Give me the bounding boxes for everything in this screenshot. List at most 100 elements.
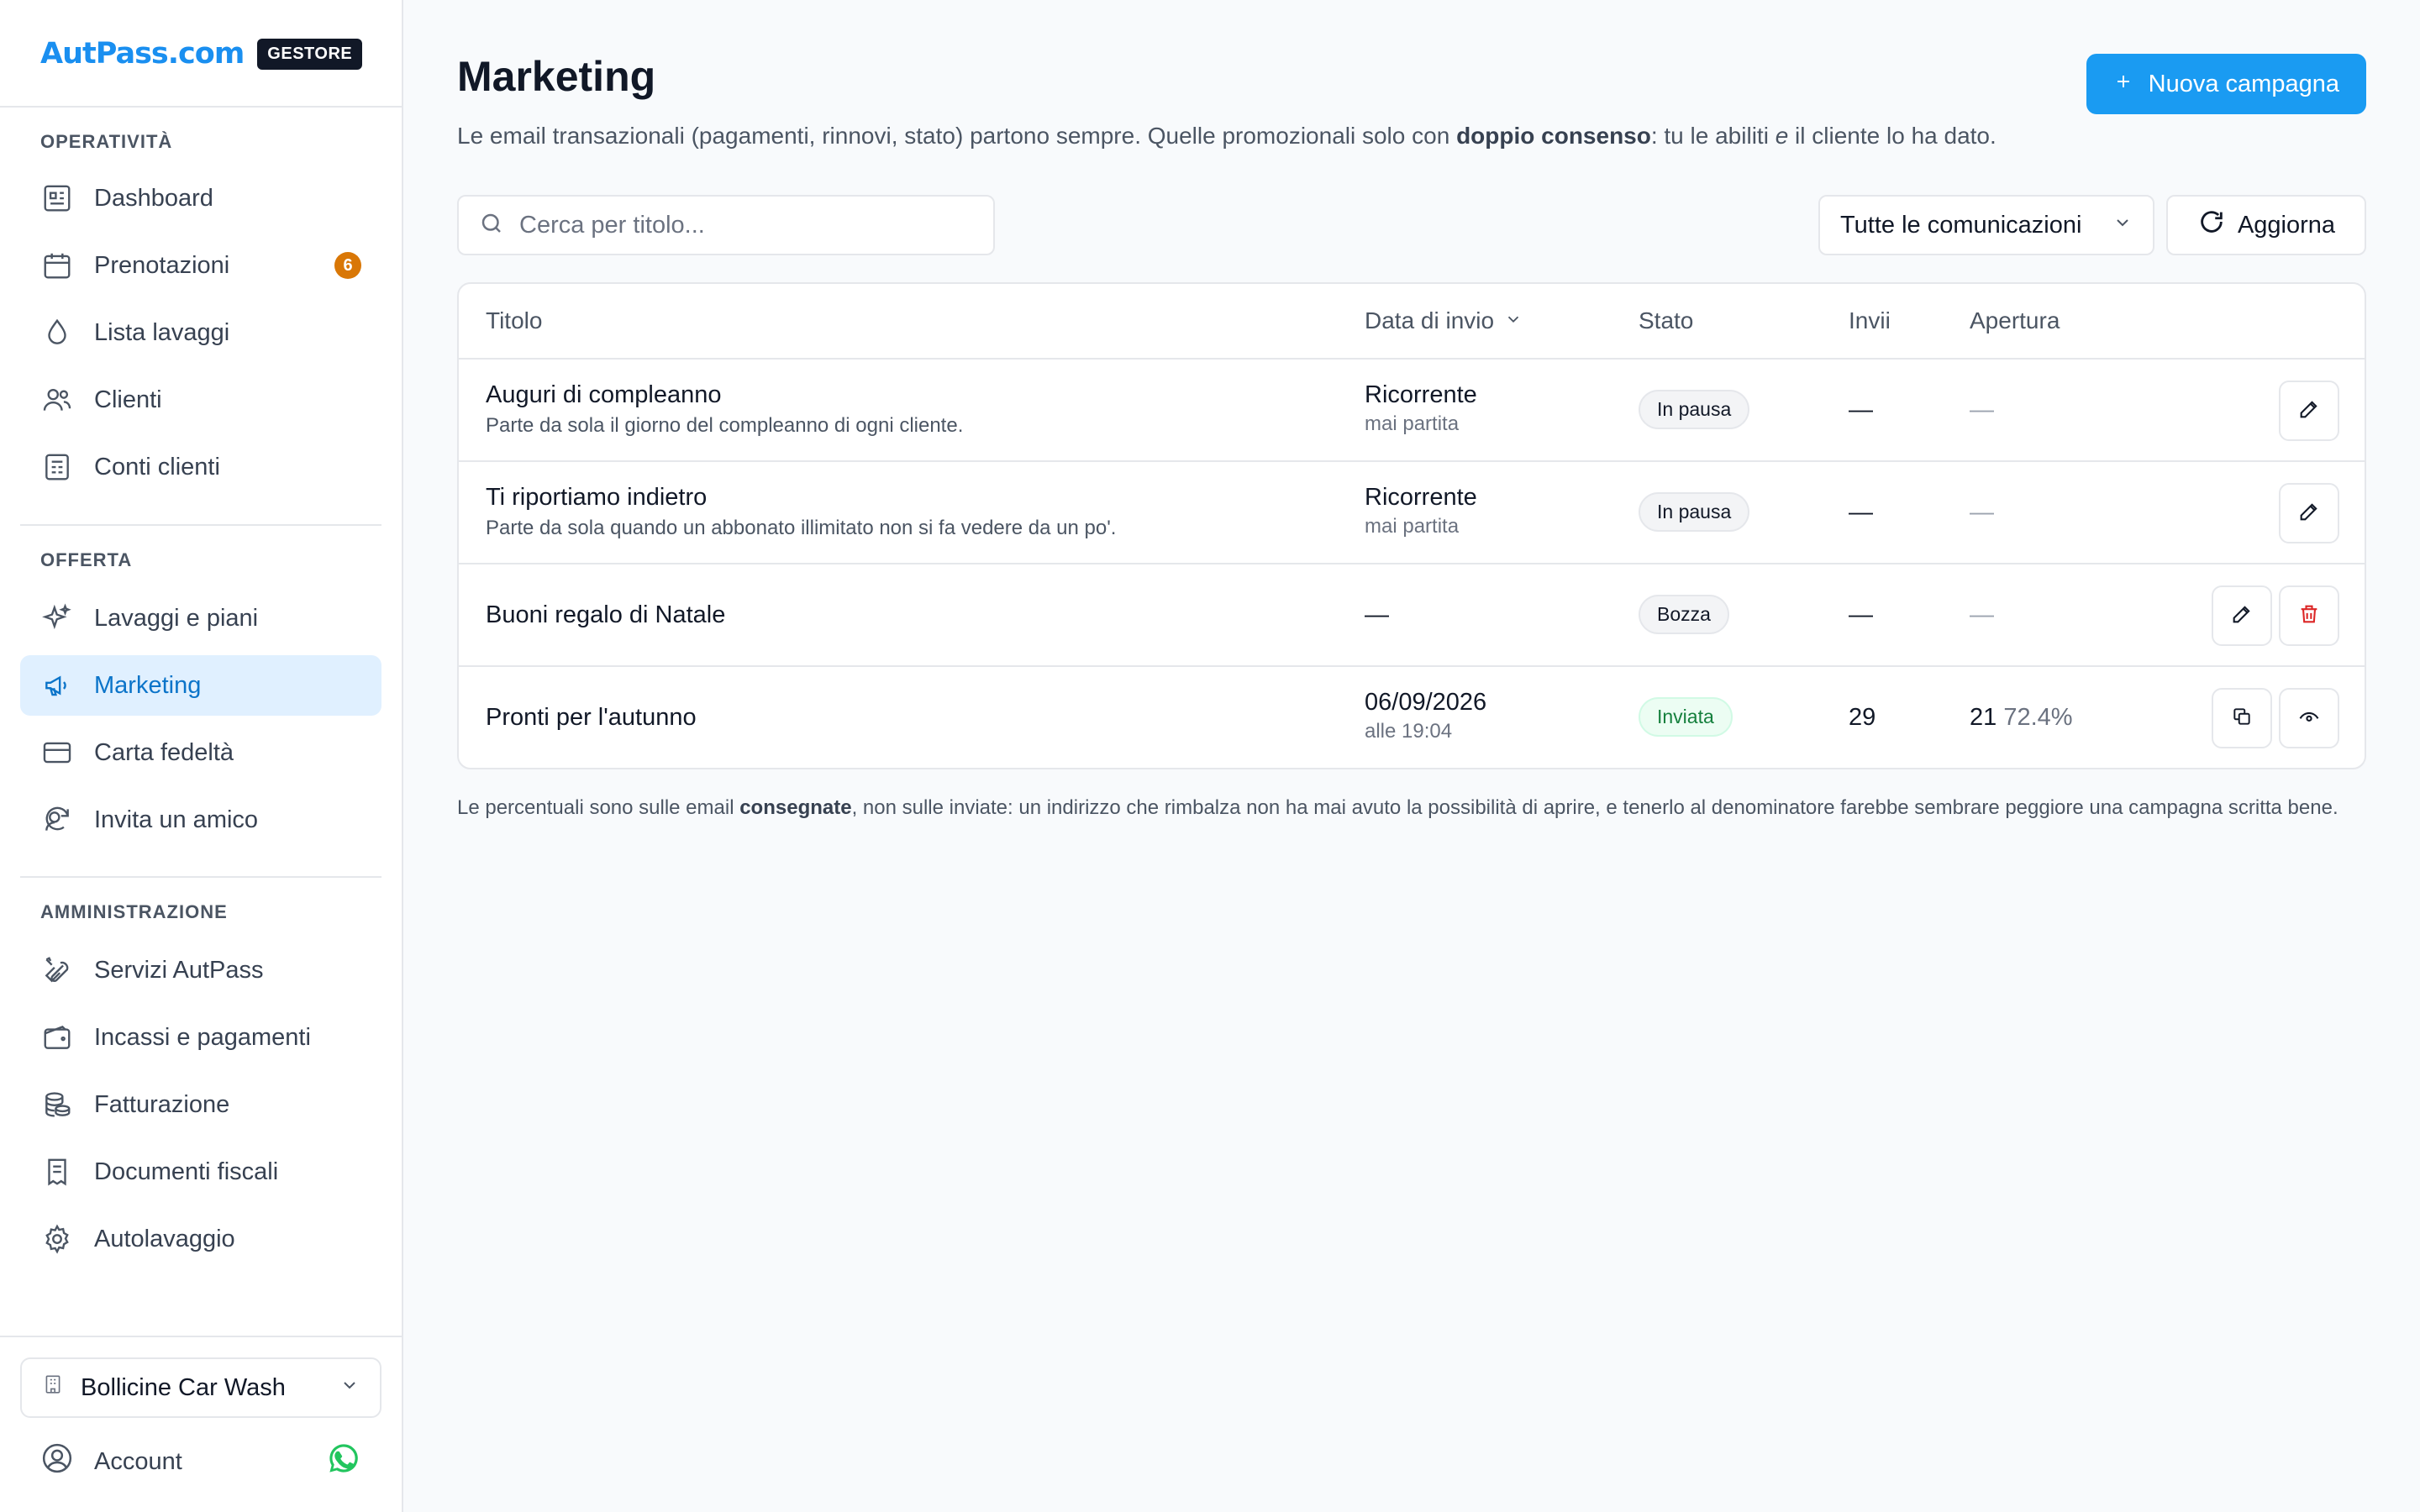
column-header-apertura[interactable]: Apertura — [1970, 307, 2060, 334]
sidebar-item-marketing[interactable]: Marketing — [20, 655, 381, 716]
column-header-data-di-invio[interactable]: Data di invio — [1365, 307, 1523, 334]
sidebar-item-dashboard[interactable]: Dashboard — [20, 168, 381, 228]
pencil-icon — [2297, 500, 2321, 528]
sidebar-item-label: Lista lavaggi — [94, 318, 230, 346]
subtitle-italic: e — [1775, 123, 1789, 149]
brand[interactable]: AutPass.com GESTORE — [40, 34, 363, 74]
footnote-text: , non sulle inviate: un indirizzo che ri… — [851, 796, 2338, 819]
brand-logo: AutPass.com — [40, 37, 245, 71]
gear-icon — [40, 1222, 74, 1256]
subtitle-bold: doppio consenso — [1456, 123, 1651, 149]
sidebar-item-label: Invita un amico — [94, 806, 259, 833]
plus-icon — [2113, 71, 2133, 98]
search-icon — [479, 211, 504, 240]
droplet-icon — [40, 316, 74, 349]
sidebar-item-label: Marketing — [94, 671, 202, 699]
sidebar-item-clienti[interactable]: Clienti — [20, 370, 381, 430]
footnote-text: Le percentuali sono sulle email — [457, 796, 740, 819]
sidebar-item-label: Clienti — [94, 386, 162, 413]
chevron-down-icon — [2112, 212, 2133, 239]
edit-button[interactable] — [2279, 381, 2339, 441]
sidebar-item-label: Documenti fiscali — [94, 1158, 279, 1185]
send-date: Ricorrente — [1365, 484, 1477, 511]
campaign-title: Pronti per l'autunno — [486, 704, 697, 731]
open-percentage: 72.4% — [2003, 704, 2073, 731]
footnote: Le percentuali sono sulle email consegna… — [457, 795, 2366, 822]
search-box[interactable] — [457, 195, 995, 255]
column-header-invii[interactable]: Invii — [1849, 307, 1891, 334]
sent-count: — — [1849, 499, 1873, 526]
new-campaign-button[interactable]: Nuova campagna — [2086, 54, 2366, 114]
send-date-detail: mai partita — [1365, 412, 1460, 435]
campaign-title: Ti riportiamo indietro — [486, 484, 708, 511]
sidebar-item-incassi-e-pagamenti[interactable]: Incassi e pagamenti — [20, 1007, 381, 1068]
sidebar-item-lavaggi-e-piani[interactable]: Lavaggi e piani — [20, 588, 381, 648]
location-name: Bollicine Car Wash — [81, 1373, 286, 1401]
sidebar-item-autolavaggio[interactable]: Autolavaggio — [20, 1209, 381, 1269]
wallet-icon — [40, 1021, 74, 1054]
sidebar-item-conti-clienti[interactable]: Conti clienti — [20, 437, 381, 497]
search-input[interactable] — [519, 211, 973, 239]
date-cell: Ricorrente mai partita — [1365, 484, 1477, 538]
pencil-icon — [2230, 602, 2254, 630]
column-header-titolo[interactable]: Titolo — [486, 307, 542, 334]
sidebar-item-servizi-autpass[interactable]: Servizi AutPass — [20, 940, 381, 1000]
account-link[interactable]: Account — [20, 1431, 381, 1492]
location-switcher[interactable]: Bollicine Car Wash — [20, 1357, 381, 1418]
footnote-bold: consegnate — [739, 796, 852, 819]
account-label: Account — [94, 1447, 182, 1475]
table-row[interactable]: Ti riportiamo indietro Parte da sola qua… — [459, 462, 2365, 564]
section-label-offerta: OFFERTA — [40, 549, 133, 570]
sidebar-divider — [0, 1336, 402, 1337]
column-header-stato[interactable]: Stato — [1639, 307, 1693, 334]
duplicate-button[interactable] — [2212, 688, 2272, 748]
status-cell: Bozza — [1639, 595, 1729, 634]
view-button[interactable] — [2279, 688, 2339, 748]
table-row[interactable]: Pronti per l'autunno 06/09/2026 alle 19:… — [459, 667, 2365, 768]
status-cell: In pausa — [1639, 492, 1750, 532]
delete-button[interactable] — [2279, 585, 2339, 646]
campaign-subtitle: Parte da sola quando un abbonato illimit… — [486, 517, 1117, 539]
table-header: Titolo Data di invio Stato Invii Apertur… — [459, 284, 2365, 360]
refresh-button[interactable]: Aggiorna — [2166, 195, 2366, 255]
sidebar: AutPass.com GESTORE OPERATIVITÀ Dashboar… — [0, 0, 403, 1512]
sidebar-item-label: Conti clienti — [94, 453, 220, 480]
coins-icon — [40, 1088, 74, 1121]
status-badge: In pausa — [1639, 492, 1750, 532]
sidebar-divider — [20, 876, 381, 878]
sidebar-item-lista-lavaggi[interactable]: Lista lavaggi — [20, 302, 381, 363]
sidebar-divider — [0, 106, 402, 108]
open-count: 21 — [1970, 704, 1997, 731]
send-date: — — [1365, 601, 1389, 628]
copy-icon — [2231, 706, 2253, 732]
campaign-subtitle: Parte da sola il giorno del compleanno d… — [486, 414, 964, 437]
table-row[interactable]: Buoni regalo di Natale — Bozza — — — [459, 564, 2365, 667]
sidebar-item-label: Autolavaggio — [94, 1225, 235, 1252]
chevron-down-icon — [339, 1374, 360, 1402]
building-icon — [42, 1373, 64, 1402]
table-row[interactable]: Auguri di compleanno Parte da sola il gi… — [459, 360, 2365, 462]
sidebar-item-label: Carta fedeltà — [94, 738, 234, 766]
edit-button[interactable] — [2212, 585, 2272, 646]
campaign-title: Buoni regalo di Natale — [486, 601, 726, 628]
ledger-icon — [40, 450, 74, 484]
campaigns-table: Titolo Data di invio Stato Invii Apertur… — [457, 282, 2366, 769]
sent-count: — — [1849, 601, 1873, 628]
status-cell: Inviata — [1639, 697, 1733, 737]
status-badge: Bozza — [1639, 595, 1729, 634]
column-header-label: Data di invio — [1365, 307, 1495, 333]
title-cell: Auguri di compleanno Parte da sola il gi… — [486, 381, 963, 438]
sidebar-item-carta-fedelta[interactable]: Carta fedeltà — [20, 722, 381, 783]
sidebar-item-fatturazione[interactable]: Fatturazione — [20, 1074, 381, 1135]
sparkles-icon — [40, 601, 74, 635]
edit-button[interactable] — [2279, 483, 2339, 543]
communication-filter-select[interactable]: Tutte le comunicazioni — [1818, 195, 2154, 255]
sidebar-item-prenotazioni[interactable]: Prenotazioni 6 — [20, 235, 381, 296]
open-rate: — — [1970, 601, 1994, 628]
sidebar-item-invita-un-amico[interactable]: Invita un amico — [20, 790, 381, 850]
trash-icon — [2297, 602, 2321, 630]
title-cell: Pronti per l'autunno — [486, 704, 697, 732]
sidebar-item-documenti-fiscali[interactable]: Documenti fiscali — [20, 1142, 381, 1202]
receipt-icon — [40, 1155, 74, 1189]
whatsapp-icon[interactable] — [326, 1441, 361, 1483]
